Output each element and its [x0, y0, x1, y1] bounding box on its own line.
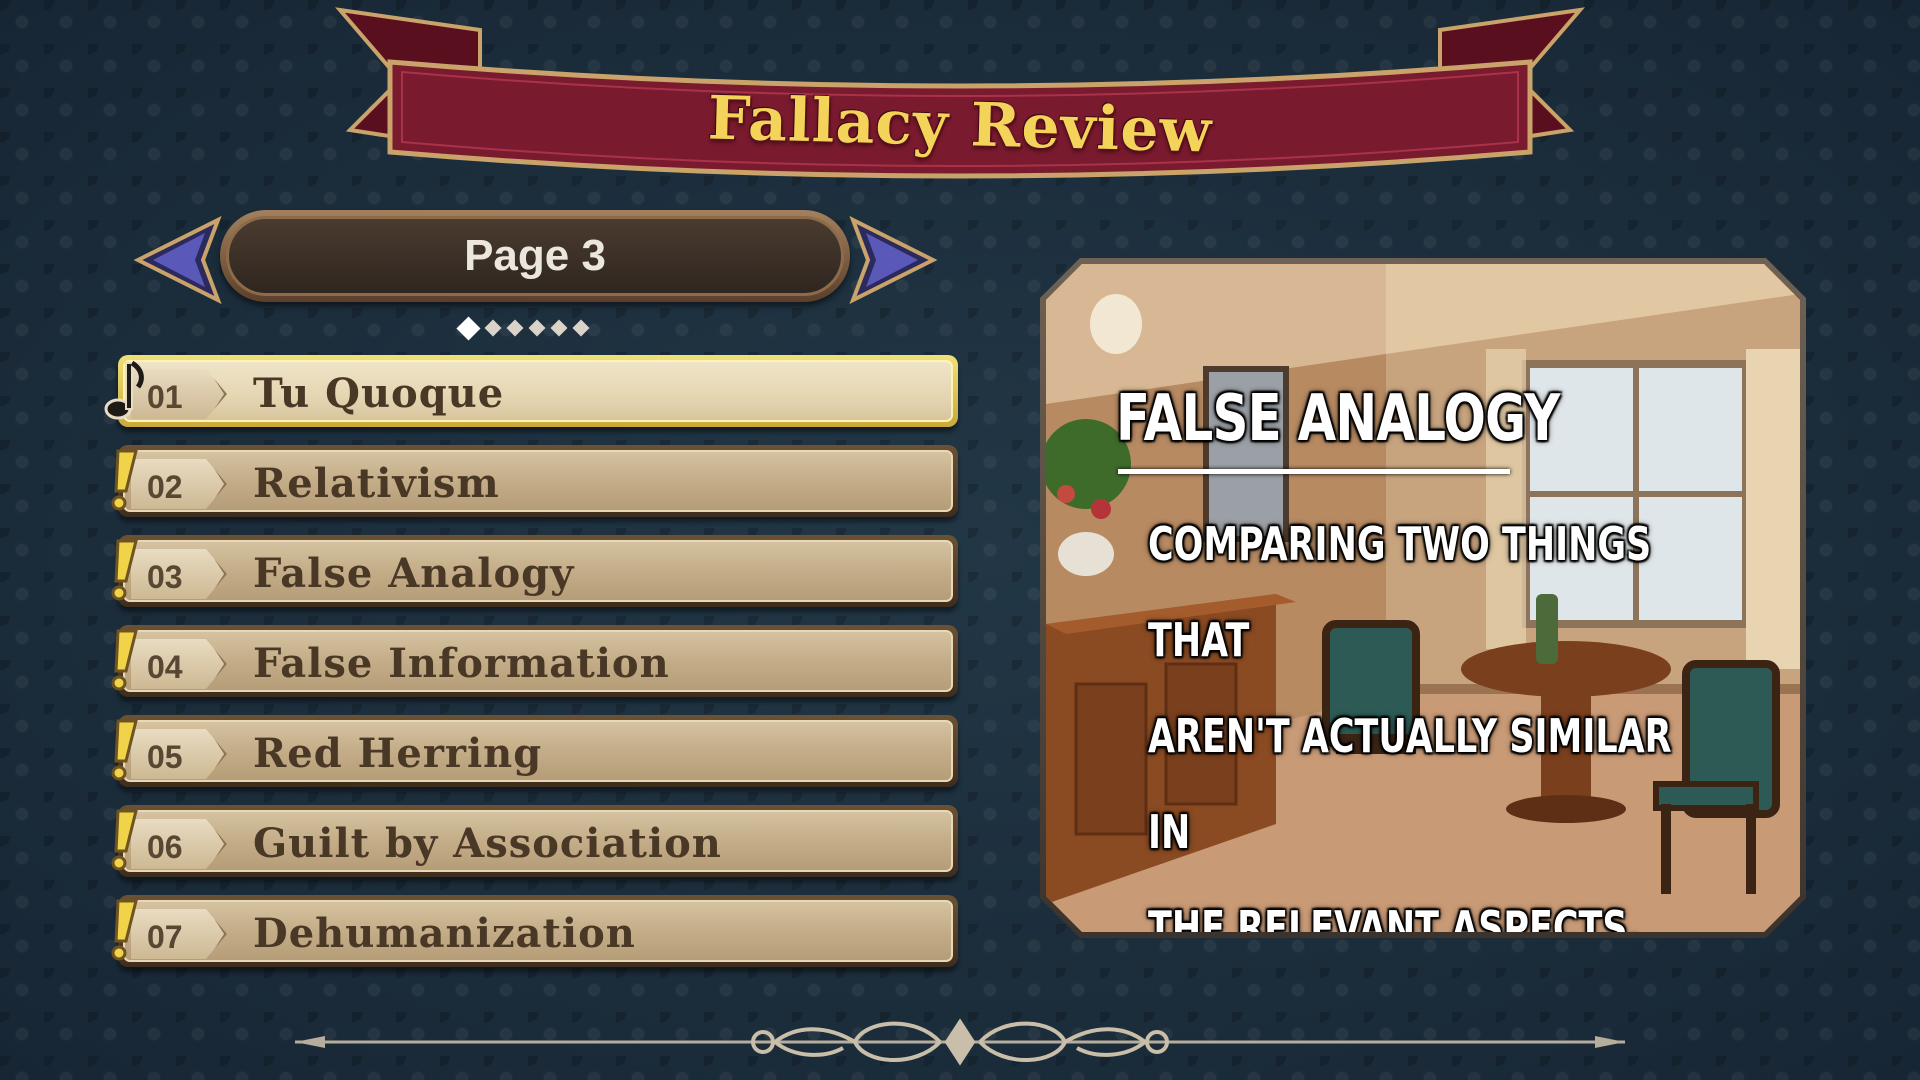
preview-title-underline	[1118, 469, 1510, 474]
fallacy-number: 07	[147, 919, 183, 955]
fallacy-label: Guilt by Association	[253, 820, 722, 867]
preview-panel: False Analogy Comparing two things that …	[1040, 258, 1806, 938]
description-line: the relevant aspects.	[1148, 901, 1641, 932]
page-dots	[456, 315, 590, 341]
description-line: aren't actually similar in	[1148, 709, 1672, 859]
fallacy-number-tab: 06	[131, 819, 227, 869]
fallacy-item-body: 05 Red Herring	[123, 720, 953, 782]
exclamation-icon	[111, 719, 138, 781]
page-dot	[506, 319, 524, 337]
fallacy-number-tab: 05	[131, 729, 227, 779]
fallacy-number-tab: 03	[131, 549, 227, 599]
fallacy-item[interactable]: 01 Tu Quoque	[104, 355, 958, 427]
fallacy-number-tab: 07	[131, 909, 227, 959]
preview-title: False Analogy	[1116, 382, 1560, 456]
page-dot	[484, 319, 502, 337]
fallacy-item-body: 06 Guilt by Association	[123, 810, 953, 872]
fallacy-number: 03	[147, 559, 183, 595]
fallacy-label: Relativism	[253, 460, 500, 507]
fallacy-label: Tu Quoque	[253, 370, 505, 417]
fallacy-number: 02	[147, 469, 183, 505]
fallacy-label: Dehumanization	[253, 910, 636, 957]
exclamation-icon	[111, 539, 138, 601]
page-dot	[456, 315, 481, 341]
fallacy-number: 06	[147, 829, 183, 865]
page-indicator: Page 3	[220, 210, 850, 302]
fallacy-label: False Analogy	[253, 550, 575, 597]
fallacy-item-body: 07 Dehumanization	[123, 900, 953, 962]
fallacy-number: 01	[147, 379, 183, 415]
fallacy-number-tab: 04	[131, 639, 227, 689]
fallacy-number: 04	[147, 649, 183, 685]
music-note-icon	[104, 360, 144, 420]
page-dot	[572, 319, 590, 337]
decorative-divider	[295, 1010, 1625, 1070]
fallacy-item[interactable]: 05 Red Herring	[111, 715, 958, 787]
fallacy-item[interactable]: 04 False Information	[111, 625, 958, 697]
fallacy-number: 05	[147, 739, 183, 775]
fallacy-label: False Information	[253, 640, 670, 687]
fallacy-item[interactable]: 06 Guilt by Association	[111, 805, 958, 877]
fallacy-item-body: 04 False Information	[123, 630, 953, 692]
exclamation-icon	[111, 629, 138, 691]
fallacy-item-body: 02 Relativism	[123, 450, 953, 512]
fallacy-item[interactable]: 07 Dehumanization	[111, 895, 958, 967]
preview-description: Comparing two things that aren't actuall…	[1148, 496, 1695, 932]
next-page-arrow-icon[interactable]	[848, 215, 938, 305]
preview-scene-image: False Analogy Comparing two things that …	[1046, 264, 1800, 932]
fallacy-number-tab: 01	[131, 369, 227, 419]
previous-page-arrow-icon[interactable]	[133, 215, 223, 305]
fallacy-number-tab: 02	[131, 459, 227, 509]
fallacy-item-body: 03 False Analogy	[123, 540, 953, 602]
fallacy-item[interactable]: 02 Relativism	[111, 445, 958, 517]
title-banner: Fallacy Review	[330, 0, 1590, 200]
exclamation-icon	[111, 809, 138, 871]
description-line: Comparing two things that	[1148, 517, 1652, 667]
exclamation-icon	[111, 449, 138, 511]
fallacy-item[interactable]: 03 False Analogy	[111, 535, 958, 607]
exclamation-icon	[111, 899, 138, 961]
page-dot	[528, 319, 546, 337]
fallacy-item-body: 01 Tu Quoque	[123, 360, 953, 422]
fallacy-label: Red Herring	[253, 730, 543, 777]
page-label: Page 3	[464, 231, 606, 280]
page-dot	[550, 319, 568, 337]
